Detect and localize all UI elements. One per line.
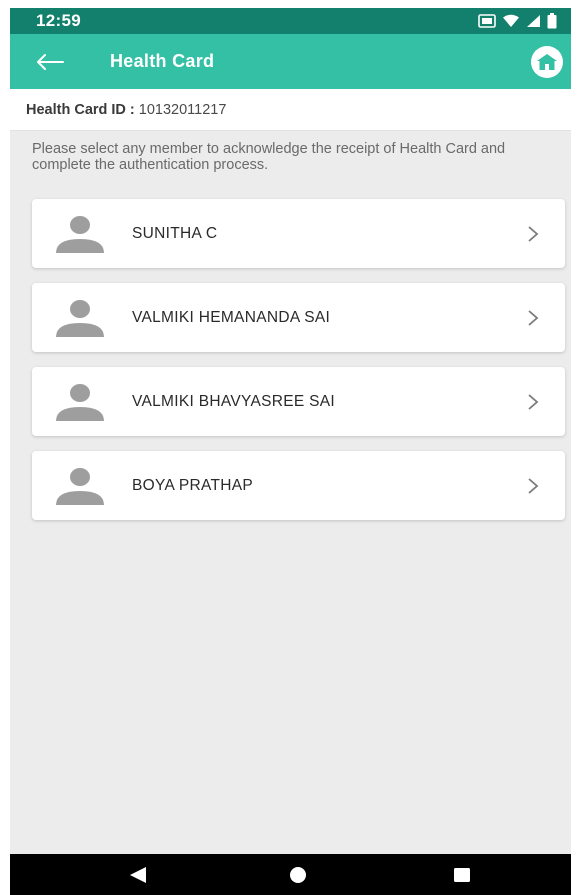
arrow-left-icon bbox=[37, 53, 64, 70]
battery-icon bbox=[547, 13, 557, 29]
signal-icon bbox=[527, 15, 540, 27]
member-item-1[interactable]: SUNITHA C bbox=[32, 199, 565, 268]
chevron-right-icon bbox=[528, 478, 539, 494]
person-icon bbox=[56, 384, 104, 421]
app-bar: Health Card bbox=[10, 34, 571, 89]
nav-home-button[interactable] bbox=[268, 854, 328, 895]
nav-back-button[interactable] bbox=[108, 854, 168, 895]
status-icons bbox=[478, 13, 557, 29]
health-card-id-row: Health Card ID : 10132011217 bbox=[10, 89, 571, 131]
page-title: Health Card bbox=[110, 51, 215, 71]
health-card-id-label: Health Card ID : bbox=[26, 101, 135, 118]
home-icon bbox=[537, 54, 557, 70]
nav-recents-button[interactable] bbox=[432, 854, 492, 895]
screen: 12:59 Health Card Health Card ID: 10132… bbox=[0, 0, 581, 895]
member-item-4[interactable]: BOYA PRATHAP bbox=[32, 451, 565, 520]
member-name: VALMIKI BHAVYASREE SAI bbox=[132, 392, 335, 410]
wifi-icon bbox=[503, 14, 519, 27]
member-name: SUNITHA C bbox=[132, 224, 218, 242]
member-list-area: Please select any member to acknowledge … bbox=[10, 131, 571, 854]
member-item-2[interactable]: VALMIKI HEMANANDA SAI bbox=[32, 283, 565, 352]
chevron-right-icon bbox=[528, 226, 539, 242]
home-button[interactable] bbox=[531, 46, 563, 78]
back-triangle-icon bbox=[130, 866, 146, 883]
health-card-id-value: 10132011217 bbox=[138, 101, 227, 118]
member-name: BOYA PRATHAP bbox=[132, 476, 254, 494]
recents-square-icon bbox=[454, 867, 470, 882]
chevron-right-icon bbox=[528, 310, 539, 326]
person-icon bbox=[56, 216, 104, 253]
data-saver-icon bbox=[478, 14, 496, 28]
person-icon bbox=[56, 468, 104, 505]
member-name: VALMIKI HEMANANDA SAI bbox=[132, 308, 331, 326]
chevron-right-icon bbox=[528, 394, 539, 410]
status-bar: 12:59 bbox=[10, 8, 571, 34]
home-circle-icon bbox=[290, 866, 306, 883]
instructions-text: Please select any member to acknowledge … bbox=[32, 141, 506, 173]
back-button[interactable] bbox=[20, 34, 80, 89]
system-nav-bar bbox=[10, 854, 571, 895]
member-item-3[interactable]: VALMIKI BHAVYASREE SAI bbox=[32, 367, 565, 436]
person-icon bbox=[56, 300, 104, 337]
status-time: 12:59 bbox=[36, 11, 81, 30]
